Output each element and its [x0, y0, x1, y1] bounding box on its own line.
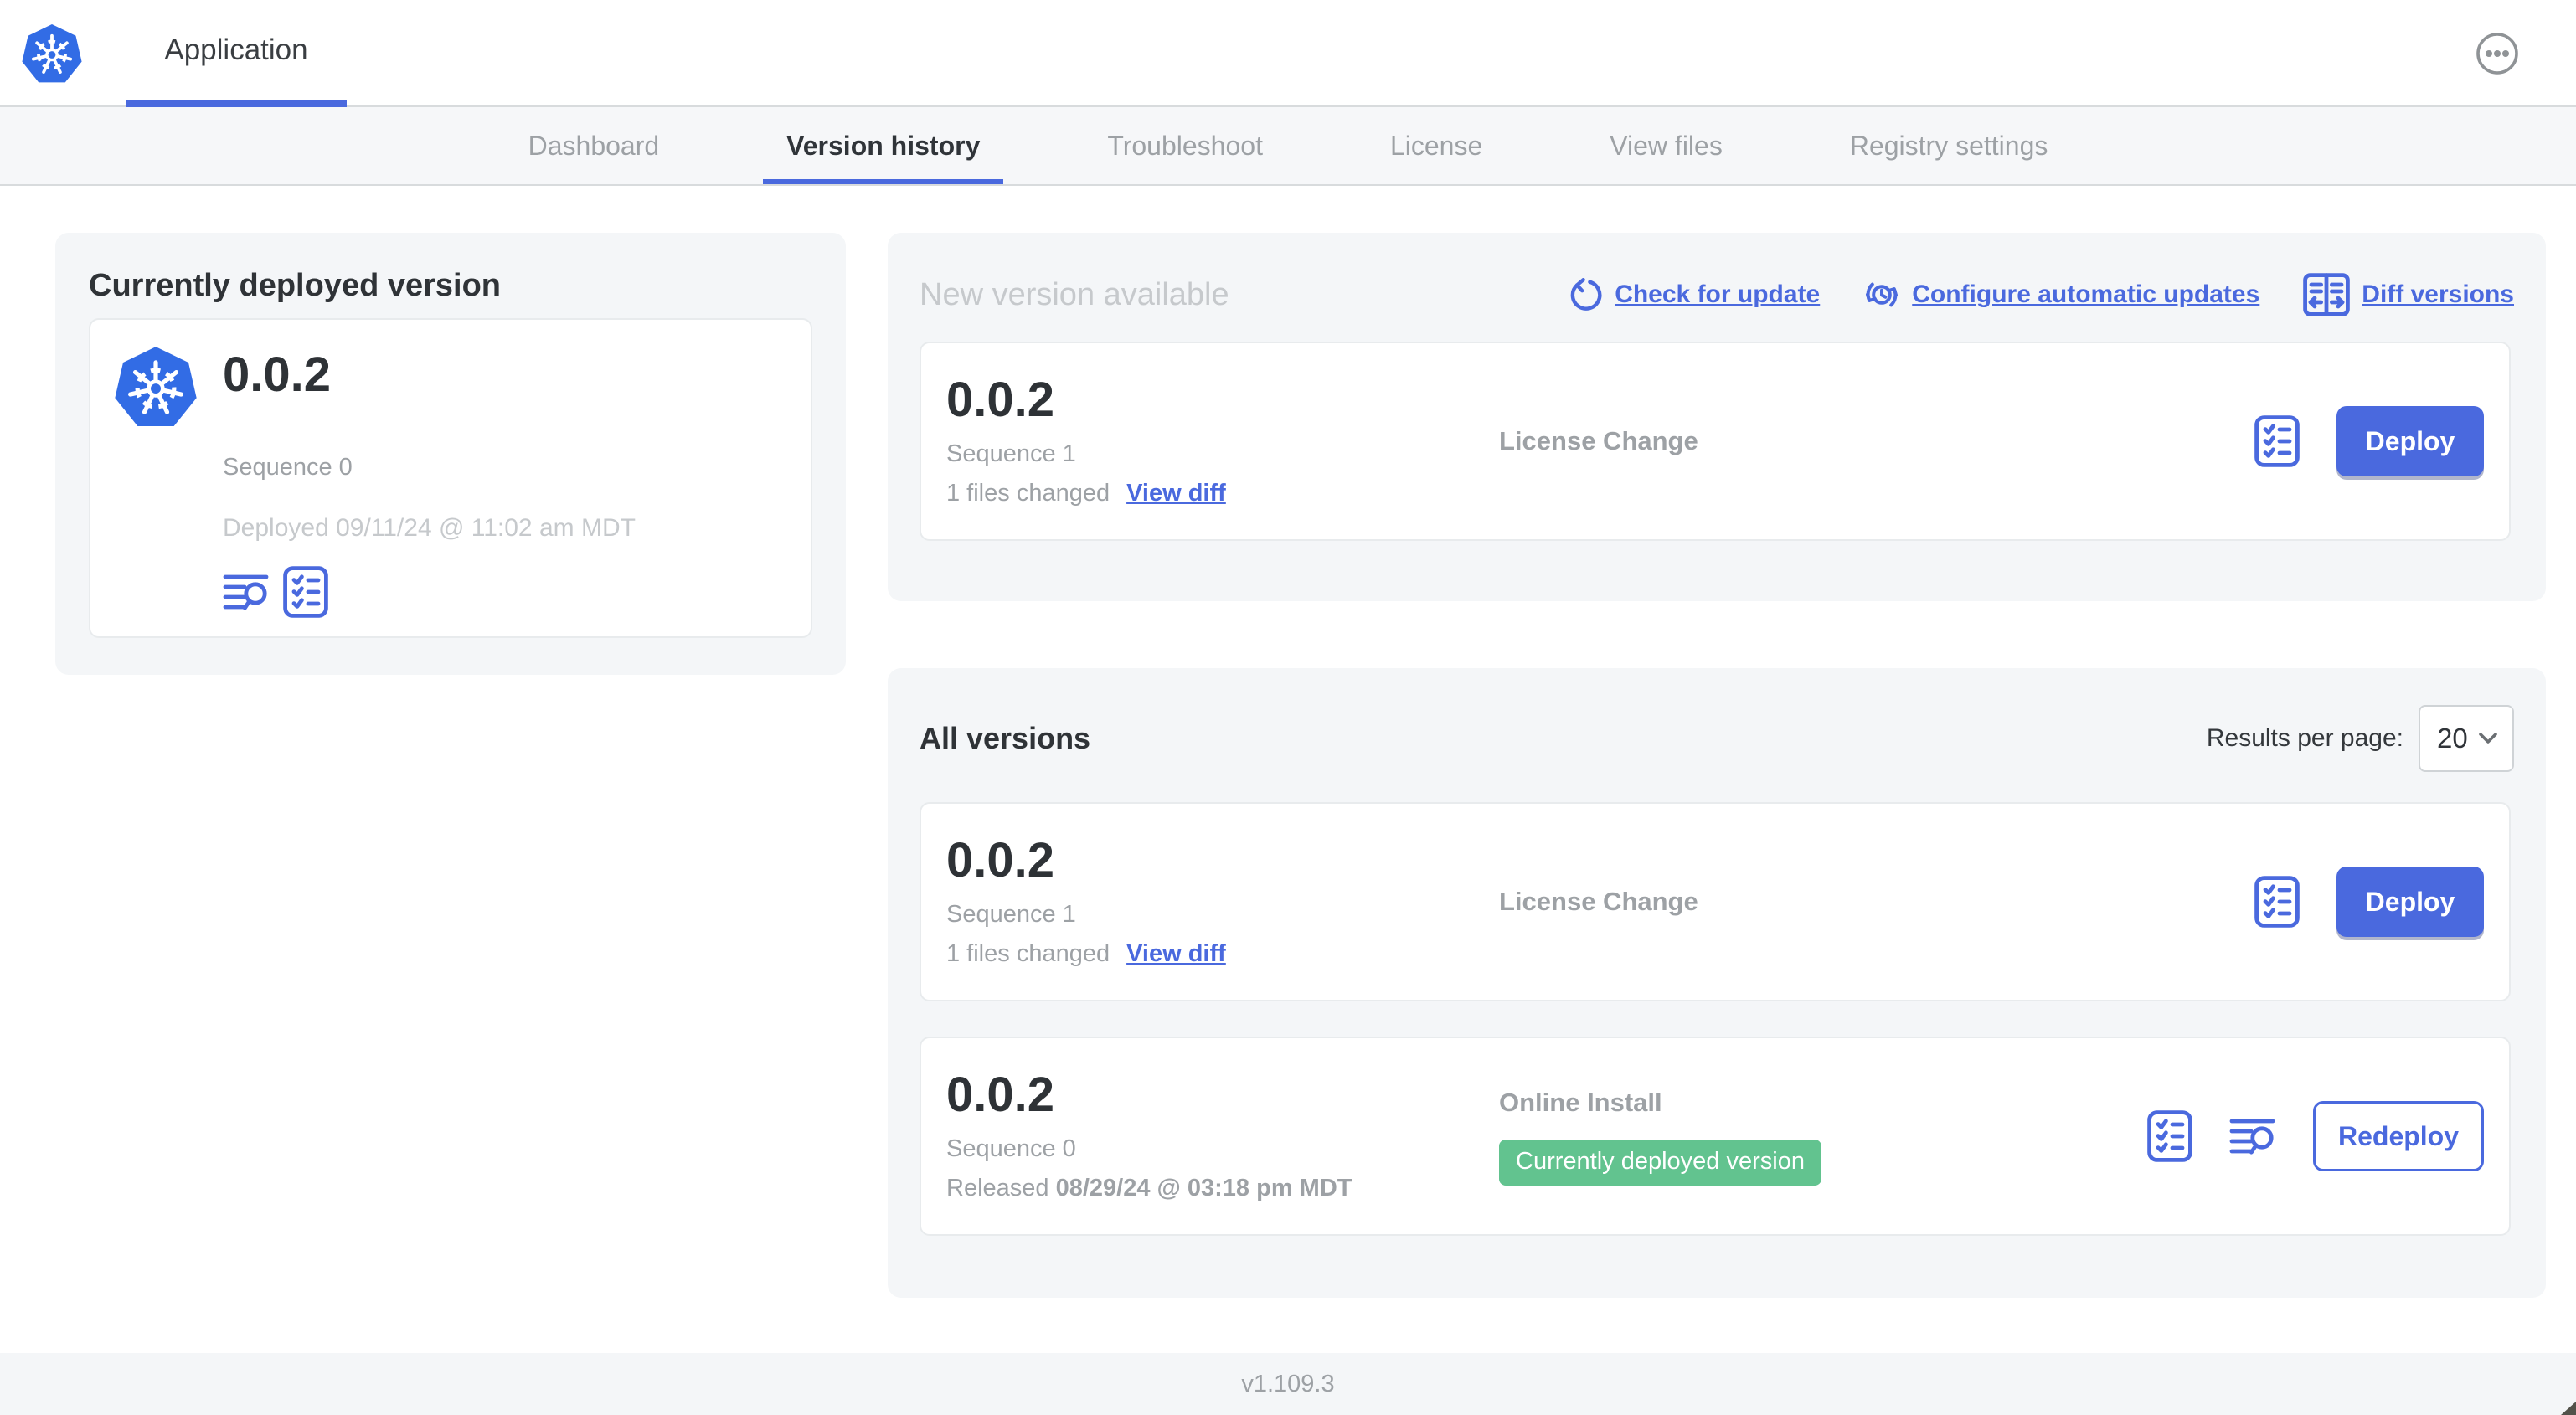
results-per-page-select[interactable]: 20: [2419, 705, 2514, 772]
sequence-label: Sequence 1: [946, 440, 1076, 468]
sequence-label: Sequence 1: [946, 901, 1076, 929]
deploy-button[interactable]: Deploy: [2336, 867, 2484, 937]
config-checklist-icon[interactable]: [2254, 876, 2300, 928]
version-info: 0.0.2 Sequence 1 1 files changed View di…: [921, 832, 1474, 969]
admin-console-page: Application Dashboard Version history Tr…: [0, 0, 2576, 1415]
diff-versions-label: Diff versions: [2362, 280, 2514, 308]
refresh-icon: [1569, 278, 1603, 311]
view-diff-link[interactable]: View diff: [1126, 480, 1226, 507]
configure-automatic-updates-link[interactable]: Configure automatic updates: [1863, 276, 2259, 313]
check-for-update-label: Check for update: [1615, 280, 1821, 308]
version-label: 0.0.2: [946, 832, 1054, 888]
version-actions: Deploy: [2254, 867, 2509, 937]
new-version-row: 0.0.2 Sequence 1 1 files changed View di…: [920, 342, 2511, 541]
version-row: 0.0.2 Sequence 1 1 files changed View di…: [920, 802, 2511, 1001]
tab-version-history[interactable]: Version history: [763, 107, 1003, 184]
currently-deployed-panel: Currently deployed version 0.0.2 Sequenc…: [55, 233, 846, 675]
current-version-label: 0.0.2: [223, 347, 331, 402]
version-label: 0.0.2: [946, 1067, 1054, 1122]
version-source: Online Install Currently deployed versio…: [1474, 1088, 2147, 1186]
tab-dashboard[interactable]: Dashboard: [528, 107, 660, 184]
all-versions-panel: All versions Results per page: 20 0.0.2 …: [888, 668, 2546, 1298]
released-prefix: Released: [946, 1175, 1049, 1202]
app-header: Application: [0, 0, 2576, 107]
released-timestamp: Released 08/29/24 @ 03:18 pm MDT: [946, 1175, 1474, 1202]
source-label: Online Install: [1499, 1087, 1662, 1117]
update-actions: Check for update Configure automatic upd…: [1569, 273, 2514, 316]
version-label: 0.0.2: [946, 372, 1054, 427]
logs-icon[interactable]: [223, 572, 270, 612]
config-checklist-icon[interactable]: [283, 566, 328, 618]
deploy-button[interactable]: Deploy: [2336, 406, 2484, 476]
current-version-actions: [223, 566, 328, 618]
version-actions: Deploy: [2254, 406, 2509, 476]
diff-versions-link[interactable]: Diff versions: [2303, 273, 2514, 316]
currently-deployed-badge: Currently deployed version: [1499, 1139, 1821, 1186]
chevron-down-icon: [2479, 733, 2497, 744]
footer: v1.109.3: [0, 1353, 2576, 1415]
config-checklist-icon[interactable]: [2254, 415, 2300, 467]
kubernetes-logo-icon: [20, 23, 84, 85]
version-source: License Change: [1474, 426, 2254, 456]
console-version-label: v1.109.3: [1241, 1370, 1335, 1397]
current-deployed-timestamp: Deployed 09/11/24 @ 11:02 am MDT: [223, 514, 636, 542]
more-options-ellipsis-icon[interactable]: [2476, 32, 2519, 75]
check-for-update-link[interactable]: Check for update: [1569, 278, 1820, 311]
diff-icon: [2303, 273, 2350, 316]
all-versions-title: All versions: [920, 721, 1091, 755]
files-changed-label: 1 files changed: [946, 480, 1110, 507]
currently-deployed-title: Currently deployed version: [89, 268, 502, 303]
configure-automatic-updates-label: Configure automatic updates: [1912, 280, 2260, 308]
redeploy-button[interactable]: Redeploy: [2313, 1101, 2484, 1171]
version-info: 0.0.2 Sequence 0 Released 08/29/24 @ 03:…: [921, 1067, 1474, 1203]
sequence-label: Sequence 0: [946, 1135, 1076, 1163]
tab-registry-settings[interactable]: Registry settings: [1850, 107, 2048, 184]
results-per-page: Results per page: 20: [2207, 705, 2514, 772]
new-version-header: New version available Check for update C…: [888, 233, 2546, 316]
config-checklist-icon[interactable]: [2147, 1110, 2192, 1162]
tab-license[interactable]: License: [1390, 107, 1482, 184]
kubernetes-app-icon: [112, 343, 199, 430]
new-version-panel: New version available Check for update C…: [888, 233, 2546, 601]
files-changed-row: 1 files changed View diff: [946, 940, 1474, 968]
version-info: 0.0.2 Sequence 1 1 files changed View di…: [921, 372, 1474, 508]
released-date: 08/29/24 @ 03:18 pm MDT: [1055, 1175, 1352, 1202]
tab-application[interactable]: Application: [126, 0, 347, 107]
version-row: 0.0.2 Sequence 0 Released 08/29/24 @ 03:…: [920, 1037, 2511, 1236]
tab-troubleshoot[interactable]: Troubleshoot: [1107, 107, 1263, 184]
view-diff-link[interactable]: View diff: [1126, 940, 1226, 968]
current-sequence-label: Sequence 0: [223, 454, 353, 481]
app-title: Application: [164, 33, 308, 66]
cursor-artifact: [2561, 1402, 2576, 1415]
new-version-title: New version available: [920, 276, 1229, 312]
auto-update-clock-icon: [1866, 282, 1899, 307]
section-nav: Dashboard Version history Troubleshoot L…: [0, 107, 2576, 186]
files-changed-label: 1 files changed: [946, 940, 1110, 968]
source-label: License Change: [1499, 887, 1698, 916]
source-label: License Change: [1499, 426, 1698, 455]
tab-view-files[interactable]: View files: [1610, 107, 1723, 184]
files-changed-row: 1 files changed View diff: [946, 480, 1474, 507]
all-versions-header: All versions Results per page: 20: [888, 668, 2546, 772]
version-source: License Change: [1474, 887, 2254, 917]
results-per-page-label: Results per page:: [2206, 724, 2403, 752]
results-per-page-value: 20: [2437, 723, 2468, 754]
version-actions: Redeploy: [2147, 1101, 2509, 1171]
logs-icon[interactable]: [2229, 1116, 2276, 1156]
currently-deployed-card: 0.0.2 Sequence 0 Deployed 09/11/24 @ 11:…: [89, 318, 812, 638]
